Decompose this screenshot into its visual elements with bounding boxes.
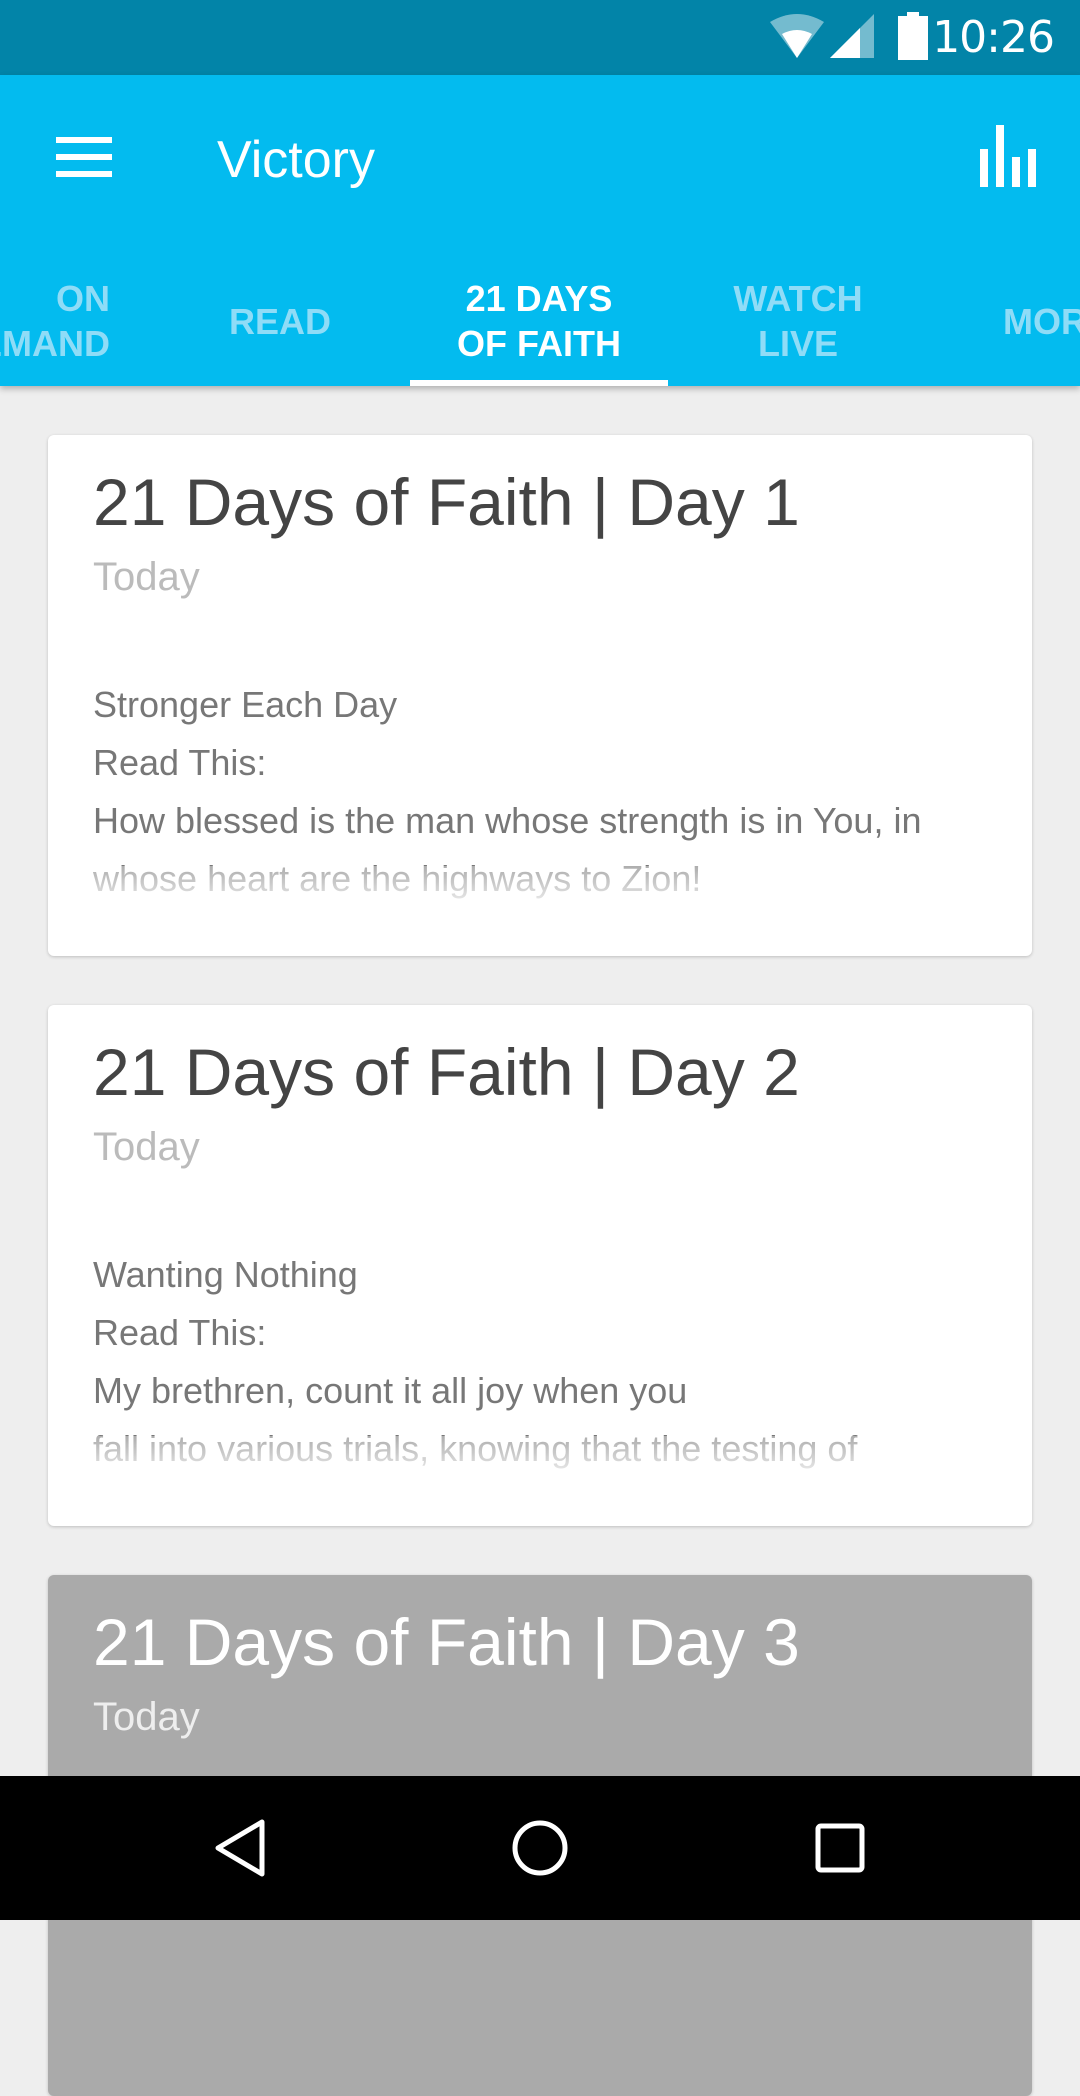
card-title: 21 Days of Faith | Day 1 [93, 465, 800, 539]
clock: 10:26 [932, 12, 1055, 63]
active-tab-indicator [410, 380, 668, 386]
tab-more[interactable]: MORE [1003, 271, 1080, 371]
card-title: 21 Days of Faith | Day 2 [93, 1035, 800, 1109]
wifi-icon [770, 14, 824, 58]
back-icon[interactable] [210, 1818, 270, 1878]
card-title: 21 Days of Faith | Day 3 [93, 1605, 800, 1679]
devotional-card-day-1[interactable]: 21 Days of Faith | Day 1 Today Stronger … [48, 435, 1032, 956]
navigation-bar [0, 1776, 1080, 1920]
card-date: Today [93, 1125, 200, 1169]
app-bar: Victory ON DEMAND READ 21 DAYS OF FAITH … [0, 75, 1080, 386]
card-date: Today [93, 555, 200, 599]
card-excerpt: Wanting Nothing Read This: My brethren, … [93, 1246, 993, 1506]
battery-icon [898, 12, 928, 60]
menu-icon[interactable] [56, 137, 112, 177]
tab-21-days-of-faith[interactable]: 21 DAYS OF FAITH [410, 271, 668, 371]
home-icon[interactable] [510, 1818, 570, 1878]
card-date: Today [93, 1695, 200, 1739]
recents-icon[interactable] [810, 1818, 870, 1878]
signal-icon [830, 14, 874, 58]
stats-icon[interactable] [980, 125, 1036, 187]
card-excerpt: Stronger Each Day Read This: How blessed… [93, 676, 993, 936]
status-bar: 10:26 [0, 0, 1080, 75]
app-title: Victory [217, 131, 375, 189]
devotional-card-day-2[interactable]: 21 Days of Faith | Day 2 Today Wanting N… [48, 1005, 1032, 1526]
tab-on-demand[interactable]: ON DEMAND [0, 271, 160, 371]
tab-read[interactable]: READ [180, 271, 380, 371]
tab-watch-live[interactable]: WATCH LIVE [690, 271, 906, 371]
